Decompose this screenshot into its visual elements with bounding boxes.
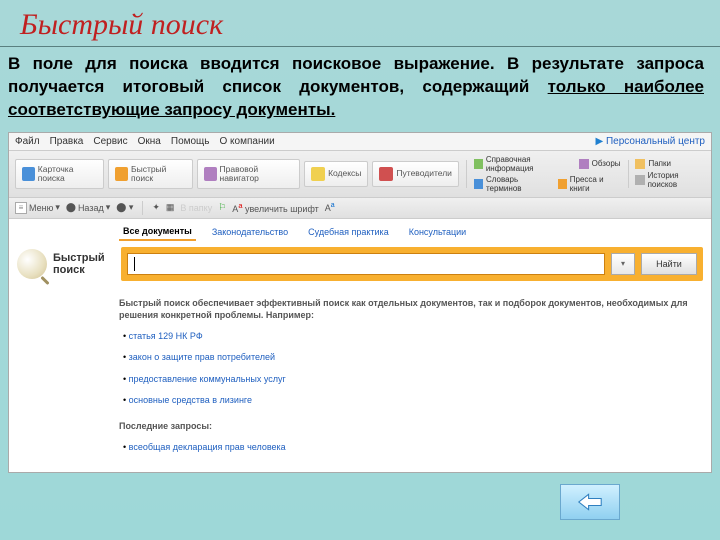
slide-description: В поле для поиска вводится поисковое выр… bbox=[0, 47, 720, 132]
card-search-icon bbox=[22, 167, 35, 181]
toolbar-secondary: ≡Меню ▾ ⬤ Назад ▾ ⬤ ▾ ✦ ▦ В папку ⚐ Aa у… bbox=[9, 198, 711, 219]
btn-card-search[interactable]: Карточка поиска bbox=[15, 159, 104, 189]
search-dropdown[interactable]: ▾ bbox=[611, 253, 635, 275]
magnifier-icon bbox=[17, 249, 47, 279]
history-icon bbox=[635, 175, 644, 185]
font-shrink[interactable]: Aa bbox=[325, 202, 335, 213]
recent-title: Последние запросы: bbox=[119, 420, 699, 433]
btn-dictionary[interactable]: Словарь терминов bbox=[474, 175, 550, 193]
tab-law[interactable]: Законодательство bbox=[208, 224, 292, 240]
guides-icon bbox=[379, 167, 393, 181]
example-3[interactable]: предоставление коммунальных услуг bbox=[123, 373, 699, 386]
btn-history[interactable]: История поисков bbox=[635, 171, 705, 189]
navigator-icon bbox=[204, 167, 217, 181]
search-input[interactable] bbox=[127, 253, 605, 275]
ref-info-icon bbox=[474, 159, 483, 169]
btn-press[interactable]: Пресса и книги bbox=[558, 175, 621, 193]
content-area: Все документы Законодательство Судебная … bbox=[9, 219, 711, 472]
btn-ref-info[interactable]: Справочная информация bbox=[474, 155, 571, 173]
search-area: Быстрыйпоиск ▾ Найти bbox=[9, 241, 711, 287]
quick-search-icon bbox=[115, 167, 128, 181]
folder-icon bbox=[635, 159, 645, 169]
menubar: Файл Правка Сервис Окна Помощь О компани… bbox=[9, 133, 711, 151]
personal-center-link[interactable]: ▶ Персональный центр bbox=[595, 136, 705, 147]
tab-consult[interactable]: Консультации bbox=[405, 224, 471, 240]
filter-tabs: Все документы Законодательство Судебная … bbox=[9, 219, 711, 241]
tab-court[interactable]: Судебная практика bbox=[304, 224, 393, 240]
btn-reviews[interactable]: Обзоры bbox=[579, 155, 621, 173]
body-content: Быстрый поиск обеспечивает эффективный п… bbox=[9, 287, 711, 472]
font-enlarge[interactable]: Aa увеличить шрифт bbox=[232, 201, 318, 214]
slide-title: Быстрый поиск bbox=[0, 0, 720, 47]
menu-about[interactable]: О компании bbox=[220, 136, 275, 147]
search-button[interactable]: Найти bbox=[641, 253, 697, 275]
reviews-icon bbox=[579, 159, 589, 169]
press-icon bbox=[558, 179, 567, 189]
back-button[interactable]: ⬤ Назад ▾ bbox=[66, 202, 110, 213]
dictionary-icon bbox=[474, 179, 483, 189]
search-box-container: ▾ Найти bbox=[121, 247, 703, 281]
btn-quick-search[interactable]: Быстрый поиск bbox=[108, 159, 193, 189]
app-window: Файл Правка Сервис Окна Помощь О компани… bbox=[8, 132, 712, 473]
forward-button[interactable]: ⬤ ▾ bbox=[116, 202, 133, 213]
tab-all[interactable]: Все документы bbox=[119, 223, 196, 241]
menu-icon: ≡ bbox=[15, 202, 27, 214]
menu-windows[interactable]: Окна bbox=[138, 136, 161, 147]
recent-1[interactable]: всеобщая декларация прав человека bbox=[123, 441, 699, 454]
btn-guides[interactable]: Путеводители bbox=[372, 161, 459, 187]
personal-center-text[interactable]: Персональный центр bbox=[606, 136, 705, 147]
intro-text: Быстрый поиск обеспечивает эффективный п… bbox=[119, 297, 699, 322]
btn-codex[interactable]: Кодексы bbox=[304, 161, 368, 187]
btn-navigator[interactable]: Правовой навигатор bbox=[197, 159, 300, 189]
menu-dropdown[interactable]: ≡Меню ▾ bbox=[15, 202, 60, 214]
menu-edit[interactable]: Правка bbox=[50, 136, 84, 147]
arrow-left-icon bbox=[576, 490, 604, 514]
codex-icon bbox=[311, 167, 325, 181]
tool-icon-1[interactable]: ✦ bbox=[152, 202, 160, 213]
search-title: Быстрыйпоиск bbox=[17, 249, 111, 279]
menu-help[interactable]: Помощь bbox=[171, 136, 210, 147]
menu-file[interactable]: Файл bbox=[15, 136, 40, 147]
prev-slide-button[interactable] bbox=[560, 484, 620, 520]
menu-service[interactable]: Сервис bbox=[93, 136, 127, 147]
toolbar-main: Карточка поиска Быстрый поиск Правовой н… bbox=[9, 151, 711, 198]
example-4[interactable]: основные средства в лизинге bbox=[123, 394, 699, 407]
example-1[interactable]: статья 129 НК РФ bbox=[123, 330, 699, 343]
tool-icon-3[interactable]: ⚐ bbox=[218, 202, 226, 213]
btn-folders[interactable]: Папки bbox=[635, 159, 705, 169]
example-2[interactable]: закон о защите прав потребителей bbox=[123, 351, 699, 364]
tool-icon-2[interactable]: ▦ bbox=[166, 202, 175, 213]
